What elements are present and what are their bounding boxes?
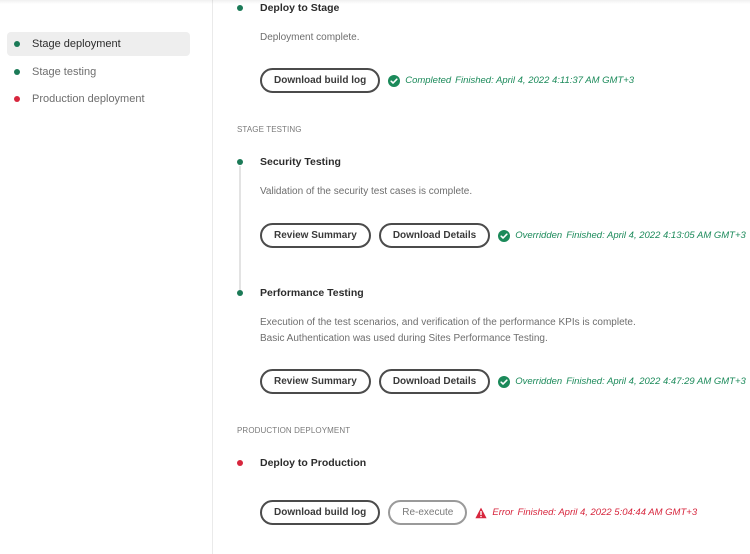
download-details-button[interactable]: Download Details [378,369,491,394]
error-step-dot-icon [237,460,243,466]
download-build-log-button[interactable]: Download build log [260,68,381,93]
step-status: Completed Finished: April 4, 2022 4:11:3… [388,74,635,87]
status-label: Overridden [515,230,563,241]
download-details-button[interactable]: Download Details [378,223,491,248]
pipeline-details: Deploy to Stage Deployment complete. Dow… [214,0,750,554]
re-execute-button[interactable]: Re-execute [388,500,468,525]
step-status: Error Finished: April 4, 2022 5:04:44 AM… [475,507,697,519]
step-title: Security Testing [260,156,341,168]
success-status-dot-icon [14,69,20,75]
step-actions: Download build log Re-execute Error Fini… [260,500,697,525]
sidebar-item-label: Stage deployment [32,38,121,50]
step-title: Deploy to Production [260,457,367,469]
finished-timestamp: Finished: April 4, 2022 4:13:05 AM GMT+3 [566,230,746,241]
success-status-dot-icon [14,41,20,47]
timeline-connector [239,166,241,290]
check-circle-icon [498,375,511,388]
success-step-dot-icon [237,290,243,296]
section-label: STAGE TESTING [237,125,302,134]
top-shadow [0,0,750,4]
section-label: PRODUCTION DEPLOYMENT [237,426,351,435]
success-step-dot-icon [237,5,243,11]
review-summary-button[interactable]: Review Summary [260,223,371,248]
sidebar-item-label: Production deployment [32,93,145,105]
step-description: Execution of the test scenarios, and ver… [260,315,636,347]
finished-timestamp: Finished: April 4, 2022 4:11:37 AM GMT+3 [455,75,635,86]
step-description: Validation of the security test cases is… [260,186,473,197]
sidebar-item-production-deployment[interactable]: Production deployment [7,87,190,111]
step-actions: Download build log Completed Finished: A… [260,68,634,93]
review-summary-button[interactable]: Review Summary [260,369,371,394]
step-title: Performance Testing [260,287,364,299]
status-label: Overridden [515,376,563,387]
error-status-dot-icon [14,96,20,102]
sidebar-item-stage-testing[interactable]: Stage testing [7,60,190,84]
sidebar-item-label: Stage testing [32,66,97,78]
check-circle-icon [498,229,511,242]
step-description: Deployment complete. [260,32,360,43]
check-circle-icon [388,74,401,87]
step-actions: Review Summary Download Details Overridd… [260,223,746,248]
sidebar-nav: Stage deployment Stage testing Productio… [0,0,213,554]
step-status: Overridden Finished: April 4, 2022 4:47:… [498,375,746,388]
alert-triangle-icon [475,507,487,518]
step-actions: Review Summary Download Details Overridd… [260,369,746,394]
finished-timestamp: Finished: April 4, 2022 5:04:44 AM GMT+3 [517,507,698,518]
download-build-log-button[interactable]: Download build log [260,500,381,525]
step-status: Overridden Finished: April 4, 2022 4:13:… [498,229,746,242]
step-description-line: Basic Authentication was used during Sit… [260,333,548,344]
status-label: Error [492,507,514,518]
step-description-line: Execution of the test scenarios, and ver… [260,317,636,328]
success-step-dot-icon [237,159,243,165]
status-label: Completed [405,75,452,86]
sidebar-item-stage-deployment[interactable]: Stage deployment [7,32,190,56]
finished-timestamp: Finished: April 4, 2022 4:47:29 AM GMT+3 [566,376,746,387]
